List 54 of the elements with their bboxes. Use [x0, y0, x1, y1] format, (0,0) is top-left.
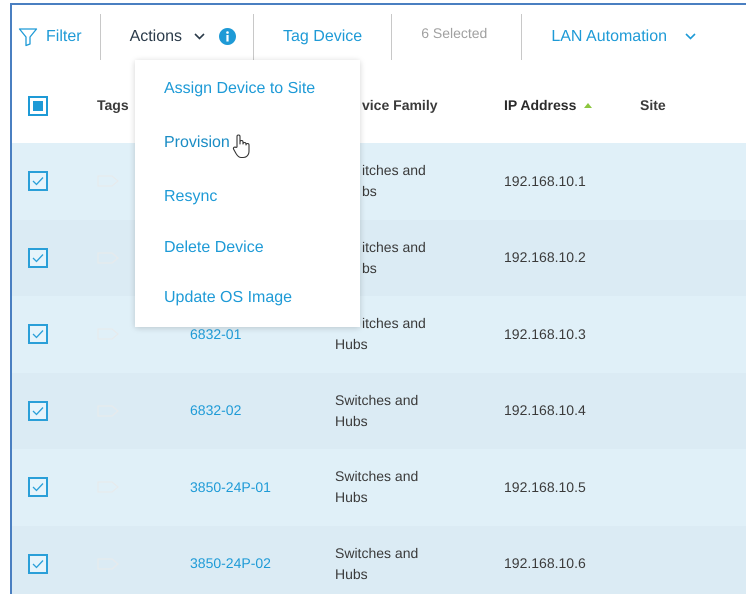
- table-row[interactable]: 3850-24P-01 Switches and Hubs 192.168.10.5: [12, 449, 746, 526]
- column-header[interactable]: Site: [640, 95, 666, 116]
- table-row[interactable]: 3850-24P-02 Switches and Hubs 192.168.10.6: [12, 526, 746, 594]
- filter-icon: [18, 26, 38, 46]
- device-name-link[interactable]: 3850-24P-01: [190, 478, 271, 495]
- ip-address: 192.168.10.6: [504, 555, 586, 572]
- device-family: Hubs: [335, 564, 368, 584]
- check-icon: [32, 558, 44, 569]
- device-family: bs: [362, 182, 377, 202]
- column-header[interactable]: Tags: [97, 95, 129, 116]
- device-name-link[interactable]: 3850-24P-02: [190, 555, 271, 572]
- lan-automation-dropdown[interactable]: LAN Automation: [551, 24, 696, 48]
- device-family: Switches and: [335, 390, 418, 410]
- check-icon: [32, 252, 44, 263]
- check-icon: [32, 406, 44, 416]
- device-family: Switches and: [335, 467, 418, 486]
- menu-item[interactable]: Resync: [164, 185, 218, 210]
- ip-address: 192.168.10.1: [504, 172, 586, 189]
- device-family: itches and: [362, 314, 426, 334]
- device-family: bs: [362, 258, 377, 278]
- ip-address: 192.168.10.4: [504, 402, 586, 418]
- device-name-link[interactable]: 6832-01: [190, 326, 242, 342]
- row-checkbox[interactable]: [28, 477, 48, 498]
- tag-device-button[interactable]: Tag Device: [283, 24, 362, 48]
- ip-address: 192.168.10.2: [504, 249, 586, 266]
- device-family: Hubs: [335, 488, 368, 508]
- actions-dropdown[interactable]: Actions: [130, 24, 206, 48]
- device-family: Hubs: [335, 335, 368, 354]
- menu-item[interactable]: Delete Device: [164, 236, 264, 260]
- row-checkbox[interactable]: [28, 171, 48, 192]
- check-icon: [32, 482, 44, 492]
- table-row[interactable]: 6832-02 Switches and Hubs 192.168.10.4: [12, 372, 746, 449]
- device-family: Switches and: [335, 544, 418, 563]
- row-checkbox[interactable]: [28, 248, 48, 268]
- device-family: Hubs: [335, 412, 368, 431]
- device-family: itches and: [362, 238, 426, 257]
- column-header[interactable]: IP Address: [504, 95, 576, 116]
- select-all-checkbox[interactable]: [28, 96, 48, 116]
- column-header[interactable]: vice Family: [362, 95, 438, 116]
- menu-item[interactable]: Assign Device to Site: [164, 77, 316, 102]
- selected-count: 6 Selected: [421, 24, 488, 43]
- check-icon: [32, 329, 44, 340]
- chevron-down-icon: [194, 33, 206, 40]
- chevron-down-icon: [684, 33, 696, 40]
- filter-button[interactable]: Filter: [12, 24, 100, 48]
- ip-address: 192.168.10.3: [504, 326, 586, 342]
- check-icon: [32, 176, 44, 186]
- row-checkbox[interactable]: [28, 554, 48, 574]
- ip-address: 192.168.10.5: [504, 478, 586, 495]
- device-family: itches and: [362, 161, 426, 180]
- device-name-link[interactable]: 6832-02: [190, 402, 242, 418]
- row-checkbox[interactable]: [28, 324, 48, 344]
- row-checkbox[interactable]: [28, 400, 48, 421]
- info-icon[interactable]: [219, 28, 236, 45]
